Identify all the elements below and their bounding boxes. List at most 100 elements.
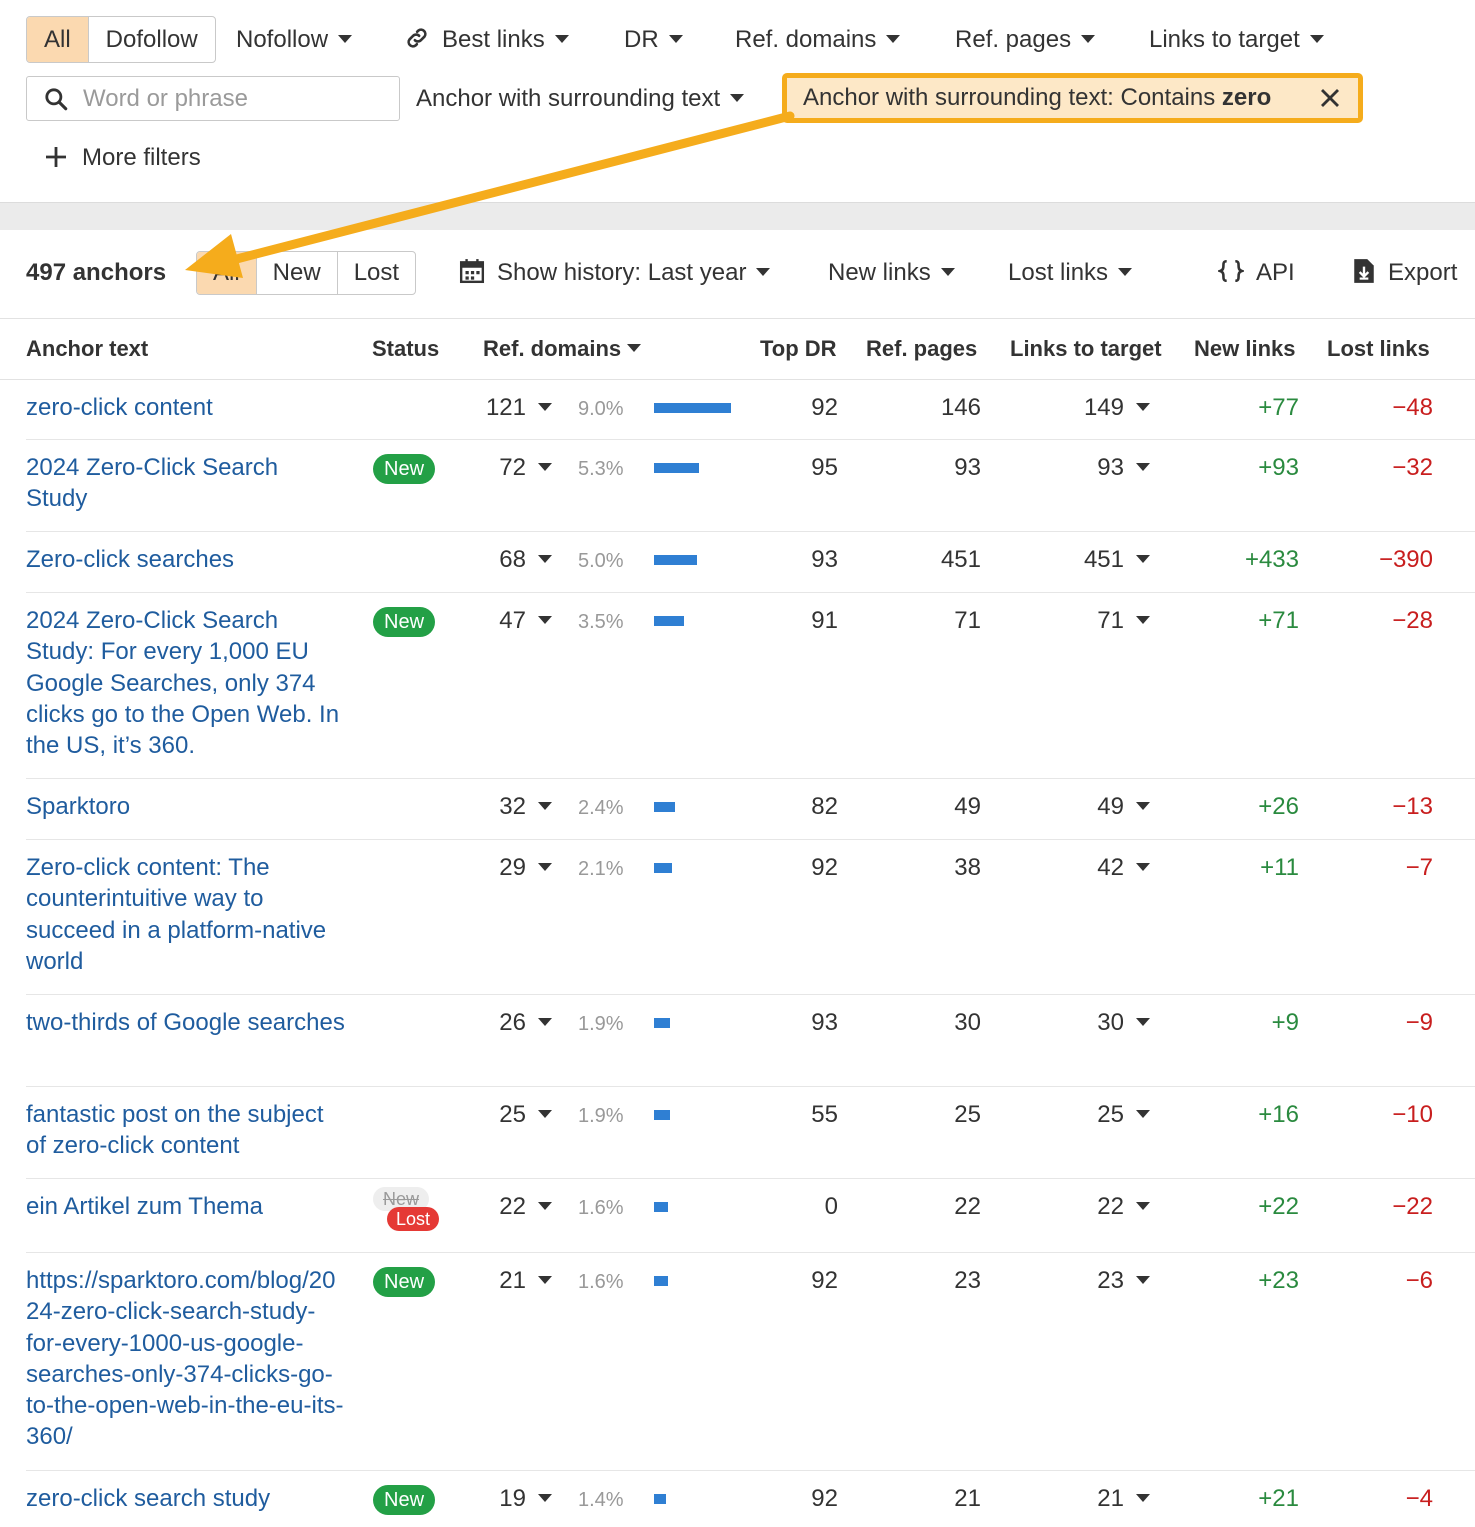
- anchor-link[interactable]: two-thirds of Google searches: [26, 1007, 346, 1038]
- links-to-target-value[interactable]: 149: [1046, 392, 1150, 423]
- links-to-target-value[interactable]: 25: [1046, 1099, 1150, 1130]
- col-ref-pages[interactable]: Ref. pages: [866, 319, 977, 379]
- new-links-value[interactable]: +23: [1196, 1265, 1299, 1296]
- links-to-target-value[interactable]: 451: [1046, 544, 1150, 575]
- new-links-value[interactable]: +11: [1196, 852, 1299, 883]
- lost-links-value[interactable]: −6: [1326, 1265, 1433, 1296]
- export-label: Export: [1388, 259, 1458, 286]
- links-to-target-value[interactable]: 21: [1046, 1483, 1150, 1514]
- search-input[interactable]: [83, 77, 383, 120]
- new-links-value[interactable]: +21: [1196, 1483, 1299, 1514]
- api-button[interactable]: API: [1216, 251, 1295, 295]
- api-label: API: [1256, 259, 1295, 286]
- share-bar: [654, 463, 699, 473]
- section-divider: [0, 202, 1475, 230]
- ref-domains-value[interactable]: 47: [466, 605, 552, 636]
- col-ref-domains[interactable]: Ref. domains: [483, 319, 642, 379]
- links-to-target-number: 149: [1083, 394, 1124, 421]
- dr-filter[interactable]: DR: [624, 16, 683, 63]
- caret-down-icon: [1136, 801, 1150, 810]
- ref-pages-value: 93: [954, 454, 981, 481]
- ref-pages-filter[interactable]: Ref. pages: [955, 16, 1096, 63]
- lost-links-value[interactable]: −13: [1326, 791, 1433, 822]
- caret-down-icon: [940, 267, 955, 276]
- show-history-label: Show history: Last year: [497, 259, 747, 286]
- ref-domains-value[interactable]: 29: [466, 852, 552, 883]
- anchor-link[interactable]: 2024 Zero-Click Search Study: For every …: [26, 605, 346, 761]
- nofollow-label: Nofollow: [236, 26, 329, 53]
- tab-lost[interactable]: Lost: [336, 252, 415, 294]
- ref-domains-value[interactable]: 121: [466, 392, 552, 423]
- new-links-value[interactable]: +26: [1196, 791, 1299, 822]
- links-to-target-value[interactable]: 30: [1046, 1007, 1150, 1038]
- anchor-link[interactable]: zero-click content: [26, 392, 346, 423]
- new-links-value[interactable]: +93: [1196, 452, 1299, 483]
- anchor-link[interactable]: fantastic post on the subject of zero-cl…: [26, 1099, 346, 1162]
- new-links-value[interactable]: +22: [1196, 1191, 1299, 1222]
- col-lost-links[interactable]: Lost links: [1327, 319, 1430, 379]
- nofollow-filter[interactable]: Nofollow: [236, 16, 353, 63]
- ref-domains-value[interactable]: 26: [466, 1007, 552, 1038]
- anchor-link[interactable]: Zero-click content: The counterintuitive…: [26, 852, 346, 977]
- ref-domains-filter[interactable]: Ref. domains: [735, 16, 901, 63]
- lost-links-dropdown[interactable]: Lost links: [1008, 251, 1133, 295]
- anchor-link[interactable]: Sparktoro: [26, 791, 346, 822]
- new-links-dropdown[interactable]: New links: [828, 251, 955, 295]
- ref-domains-percent: 3.5%: [578, 611, 624, 633]
- links-to-target-filter[interactable]: Links to target: [1149, 16, 1324, 63]
- new-links-value[interactable]: +9: [1196, 1007, 1299, 1038]
- share-bar: [654, 616, 684, 626]
- anchor-link[interactable]: ein Artikel zum Thema: [26, 1191, 346, 1222]
- ref-domains-value[interactable]: 68: [466, 544, 552, 575]
- tab-all[interactable]: All: [197, 252, 256, 294]
- export-button[interactable]: Export: [1352, 251, 1457, 295]
- col-new-links[interactable]: New links: [1194, 319, 1295, 379]
- col-anchor-text[interactable]: Anchor text: [26, 319, 148, 379]
- segment-dofollow[interactable]: Dofollow: [87, 17, 215, 62]
- ref-domains-value[interactable]: 19: [466, 1483, 552, 1514]
- anchor-link[interactable]: https://sparktoro.com/blog/2024-zero-cli…: [26, 1265, 346, 1453]
- more-filters-button[interactable]: More filters: [44, 140, 201, 176]
- ref-domains-value[interactable]: 32: [466, 791, 552, 822]
- anchor-link[interactable]: Zero-click searches: [26, 544, 346, 575]
- lost-links-value[interactable]: −22: [1326, 1191, 1433, 1222]
- ref-domains-value[interactable]: 72: [466, 452, 552, 483]
- new-links-value[interactable]: +16: [1196, 1099, 1299, 1130]
- segment-all[interactable]: All: [27, 17, 88, 62]
- lost-links-value[interactable]: −32: [1326, 452, 1433, 483]
- ref-domains-value[interactable]: 22: [466, 1191, 552, 1222]
- ref-domains-number: 68: [499, 546, 526, 573]
- anchor-surrounding-filter[interactable]: Anchor with surrounding text: [416, 75, 745, 122]
- col-top-dr[interactable]: Top DR: [760, 319, 837, 379]
- lost-links-value[interactable]: −48: [1326, 392, 1433, 423]
- col-links-to-target[interactable]: Links to target: [1010, 319, 1162, 379]
- links-to-target-value[interactable]: 71: [1046, 605, 1150, 636]
- links-to-target-value[interactable]: 93: [1046, 452, 1150, 483]
- best-links-filter[interactable]: Best links: [404, 16, 569, 63]
- ref-domains-label: Ref. domains: [735, 26, 877, 53]
- col-status[interactable]: Status: [372, 319, 439, 379]
- anchor-link[interactable]: zero-click search study: [26, 1483, 346, 1514]
- new-links-value[interactable]: +77: [1196, 392, 1299, 423]
- lost-links-value[interactable]: −4: [1326, 1483, 1433, 1514]
- links-to-target-value[interactable]: 23: [1046, 1265, 1150, 1296]
- chip-value: zero: [1221, 84, 1272, 111]
- active-filter-chip[interactable]: Anchor with surrounding text: Contains z…: [782, 73, 1363, 123]
- links-to-target-value[interactable]: 22: [1046, 1191, 1150, 1222]
- lost-links-value[interactable]: −390: [1326, 544, 1433, 575]
- close-icon[interactable]: [1318, 86, 1342, 110]
- links-to-target-value[interactable]: 49: [1046, 791, 1150, 822]
- tab-new[interactable]: New: [255, 252, 337, 294]
- ref-domains-value[interactable]: 25: [466, 1099, 552, 1130]
- lost-links-value[interactable]: −9: [1326, 1007, 1433, 1038]
- ref-pages-value: 71: [954, 607, 981, 634]
- new-links-value[interactable]: +71: [1196, 605, 1299, 636]
- lost-links-value[interactable]: −28: [1326, 605, 1433, 636]
- anchor-link[interactable]: 2024 Zero-Click Search Study: [26, 452, 346, 515]
- lost-links-value[interactable]: −7: [1326, 852, 1433, 883]
- ref-domains-value[interactable]: 21: [466, 1265, 552, 1296]
- links-to-target-value[interactable]: 42: [1046, 852, 1150, 883]
- new-links-value[interactable]: +433: [1196, 544, 1299, 575]
- lost-links-value[interactable]: −10: [1326, 1099, 1433, 1130]
- show-history-dropdown[interactable]: Show history: Last year: [459, 251, 771, 295]
